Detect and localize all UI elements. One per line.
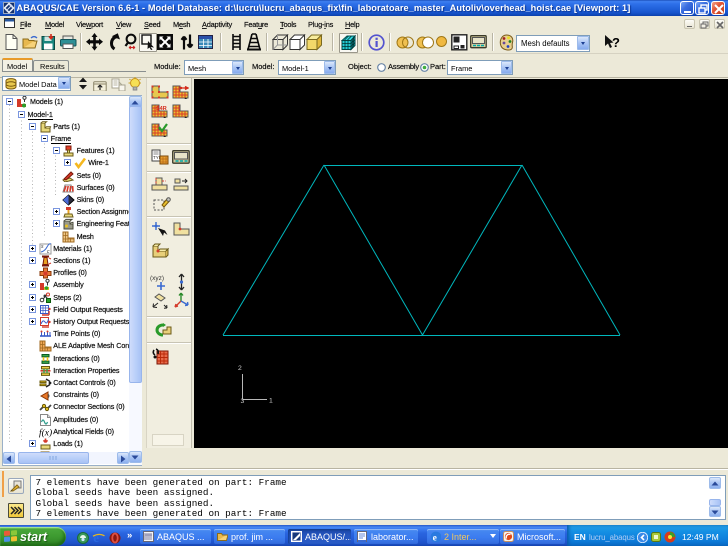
svg-text:f(x): f(x) [39,427,52,438]
svg-text:e: e [433,533,437,542]
svg-text:2: 2 [238,365,242,372]
svg-text:?: ? [612,35,620,50]
svg-text:S4R: S4R [156,106,167,112]
svg-text:1: 1 [269,398,273,405]
svg-text:3: 3 [241,398,245,405]
svg-text:e: e [93,531,99,544]
